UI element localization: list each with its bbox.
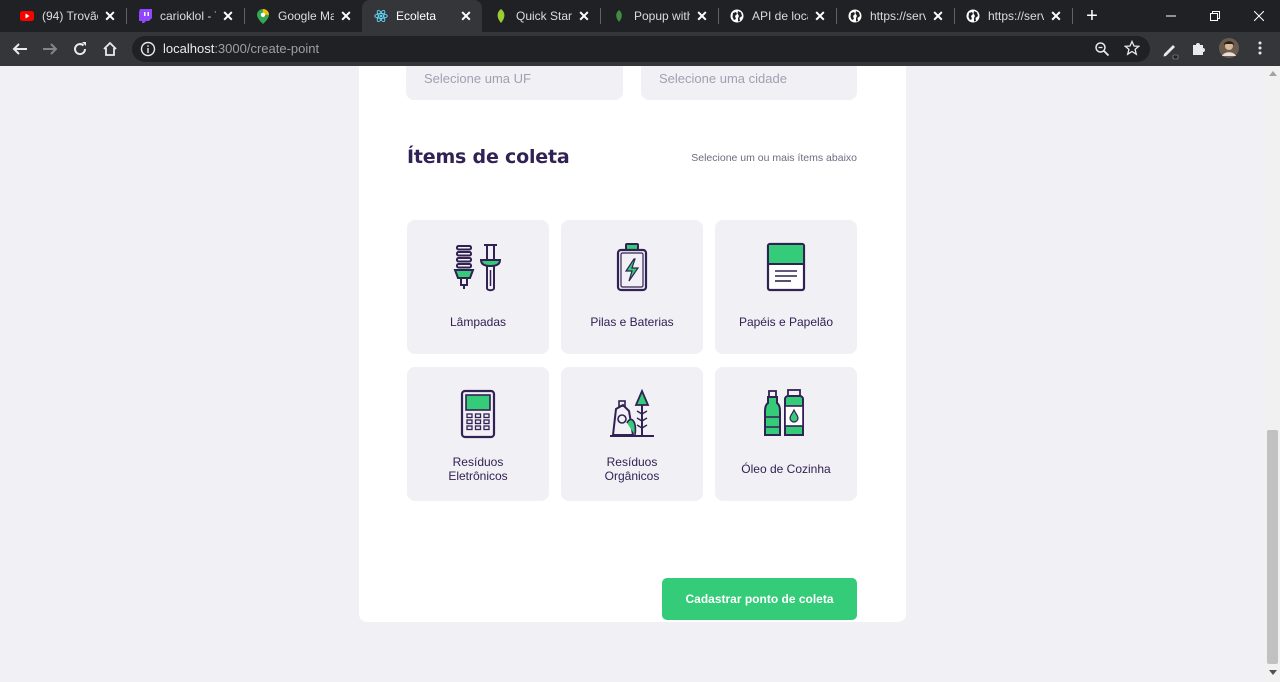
close-tab-icon[interactable]: ✕ xyxy=(220,8,236,24)
item-label-line-1: Resíduos xyxy=(452,455,504,469)
tab-twitch[interactable]: carioklol - T ✕ xyxy=(126,0,244,32)
back-button[interactable] xyxy=(8,37,32,61)
create-point-form: Selecione uma UF Selecione uma cidade Ít… xyxy=(359,66,906,622)
globe-icon xyxy=(966,9,980,23)
extensions-puzzle-icon[interactable] xyxy=(1191,40,1207,61)
leaf-icon xyxy=(612,9,626,23)
tab-https-serv-2[interactable]: https://serv ✕ xyxy=(954,0,1072,32)
city-select[interactable]: Selecione uma cidade xyxy=(641,66,857,100)
close-tab-icon[interactable]: ✕ xyxy=(576,8,592,24)
item-oleo-cozinha[interactable]: Óleo de Cozinha xyxy=(715,367,857,501)
item-label: Óleo de Cozinha xyxy=(741,462,831,476)
arrow-right-icon xyxy=(43,43,58,55)
tab-popup[interactable]: Popup with ✕ xyxy=(600,0,718,32)
zoom-icon[interactable] xyxy=(1094,41,1110,62)
url-path: :3000/create-point xyxy=(214,41,320,56)
close-window-button[interactable] xyxy=(1237,0,1280,32)
close-tab-icon[interactable]: ✕ xyxy=(694,8,710,24)
item-pilas-baterias[interactable]: Pilas e Baterias xyxy=(561,220,703,354)
item-label: Resíduos Orgânicos xyxy=(561,455,703,483)
tab-youtube[interactable]: (94) Trovão ✕ xyxy=(8,0,126,32)
youtube-icon xyxy=(20,9,34,23)
item-papeis-papelao[interactable]: Papéis e Papelão xyxy=(715,220,857,354)
close-tab-icon[interactable]: ✕ xyxy=(1048,8,1064,24)
page-scrollbar[interactable] xyxy=(1265,66,1280,682)
organic-icon xyxy=(610,389,654,437)
tab-bar: (94) Trovão ✕ carioklol - T ✕ Google Ma … xyxy=(0,0,1280,32)
react-icon xyxy=(374,9,388,23)
item-label-line-1: Resíduos xyxy=(606,455,658,469)
pencil-extension-icon[interactable] xyxy=(1162,40,1180,65)
tab-title: https://serv xyxy=(988,9,1044,23)
globe-icon xyxy=(730,9,744,23)
bookmark-star-icon[interactable] xyxy=(1123,39,1141,61)
scroll-down-arrow-icon[interactable] xyxy=(1269,670,1277,675)
new-tab-button[interactable]: + xyxy=(1082,6,1102,26)
scrollbar-thumb[interactable] xyxy=(1267,430,1278,664)
leaf-icon xyxy=(494,9,508,23)
close-tab-icon[interactable]: ✕ xyxy=(458,8,474,24)
item-residuos-organicos[interactable]: Resíduos Orgânicos xyxy=(561,367,703,501)
tab-title: Google Ma xyxy=(278,9,334,23)
tab-https-serv-1[interactable]: https://serv ✕ xyxy=(836,0,954,32)
arrow-left-icon xyxy=(12,43,27,55)
battery-icon xyxy=(616,243,648,292)
minimize-button[interactable] xyxy=(1149,0,1193,32)
url-host: localhost xyxy=(163,41,215,56)
tab-title: Popup with xyxy=(634,9,690,23)
city-select-placeholder: Selecione uma cidade xyxy=(659,71,787,86)
maps-pin-icon xyxy=(256,8,270,24)
close-tab-icon[interactable]: ✕ xyxy=(812,8,828,24)
url-text: localhost:3000/create-point xyxy=(163,41,319,56)
twitch-icon xyxy=(138,9,152,23)
tab-quick-start[interactable]: Quick Start ✕ xyxy=(482,0,600,32)
tab-title: Ecoleta xyxy=(396,9,437,23)
menu-kebab-icon[interactable] xyxy=(1252,40,1268,61)
tab-title: API de local xyxy=(752,9,808,23)
item-residuos-eletronicos[interactable]: Resíduos Eletrônicos xyxy=(407,367,549,501)
item-label: Lâmpadas xyxy=(449,315,507,329)
oil-icon xyxy=(764,389,804,436)
tab-title: carioklol - T xyxy=(160,9,216,23)
item-label: Pilas e Baterias xyxy=(590,315,674,329)
electronics-icon xyxy=(460,389,496,439)
uf-select-placeholder: Selecione uma UF xyxy=(424,71,531,86)
reload-icon xyxy=(74,42,87,56)
tab-title: (94) Trovão xyxy=(42,9,98,23)
close-tab-icon[interactable]: ✕ xyxy=(338,8,354,24)
close-tab-icon[interactable]: ✕ xyxy=(930,8,946,24)
paper-icon xyxy=(766,242,806,292)
uf-select[interactable]: Selecione uma UF xyxy=(406,66,623,100)
item-label: Papéis e Papelão xyxy=(738,315,834,329)
item-lampadas[interactable]: Lâmpadas xyxy=(407,220,549,354)
lamps-icon xyxy=(453,244,502,292)
info-icon[interactable] xyxy=(140,41,156,62)
globe-icon xyxy=(848,9,862,23)
tab-title: Quick Start xyxy=(516,9,572,23)
profile-avatar[interactable] xyxy=(1219,38,1239,63)
submit-button[interactable]: Cadastrar ponto de coleta xyxy=(662,578,857,620)
home-button[interactable] xyxy=(98,37,122,61)
item-label-line-2: Orgânicos xyxy=(604,469,660,483)
forward-button[interactable] xyxy=(38,37,62,61)
item-label: Resíduos Eletrônicos xyxy=(407,455,549,483)
items-title: Ítems de coleta xyxy=(407,146,570,168)
scroll-up-arrow-icon[interactable] xyxy=(1269,71,1277,76)
tab-api-local[interactable]: API de local ✕ xyxy=(718,0,836,32)
item-label-line-2: Eletrônicos xyxy=(448,469,508,483)
items-hint: Selecione um ou mais ítems abaixo xyxy=(691,152,857,164)
tab-ecoleta[interactable]: Ecoleta ✕ xyxy=(362,0,482,32)
reload-button[interactable] xyxy=(68,37,92,61)
page-viewport: Selecione uma UF Selecione uma cidade Ít… xyxy=(0,66,1265,682)
home-icon xyxy=(103,41,117,56)
tab-google-maps[interactable]: Google Ma ✕ xyxy=(244,0,362,32)
close-tab-icon[interactable]: ✕ xyxy=(102,8,118,24)
tab-title: https://serv xyxy=(870,9,926,23)
restore-button[interactable] xyxy=(1193,0,1237,32)
